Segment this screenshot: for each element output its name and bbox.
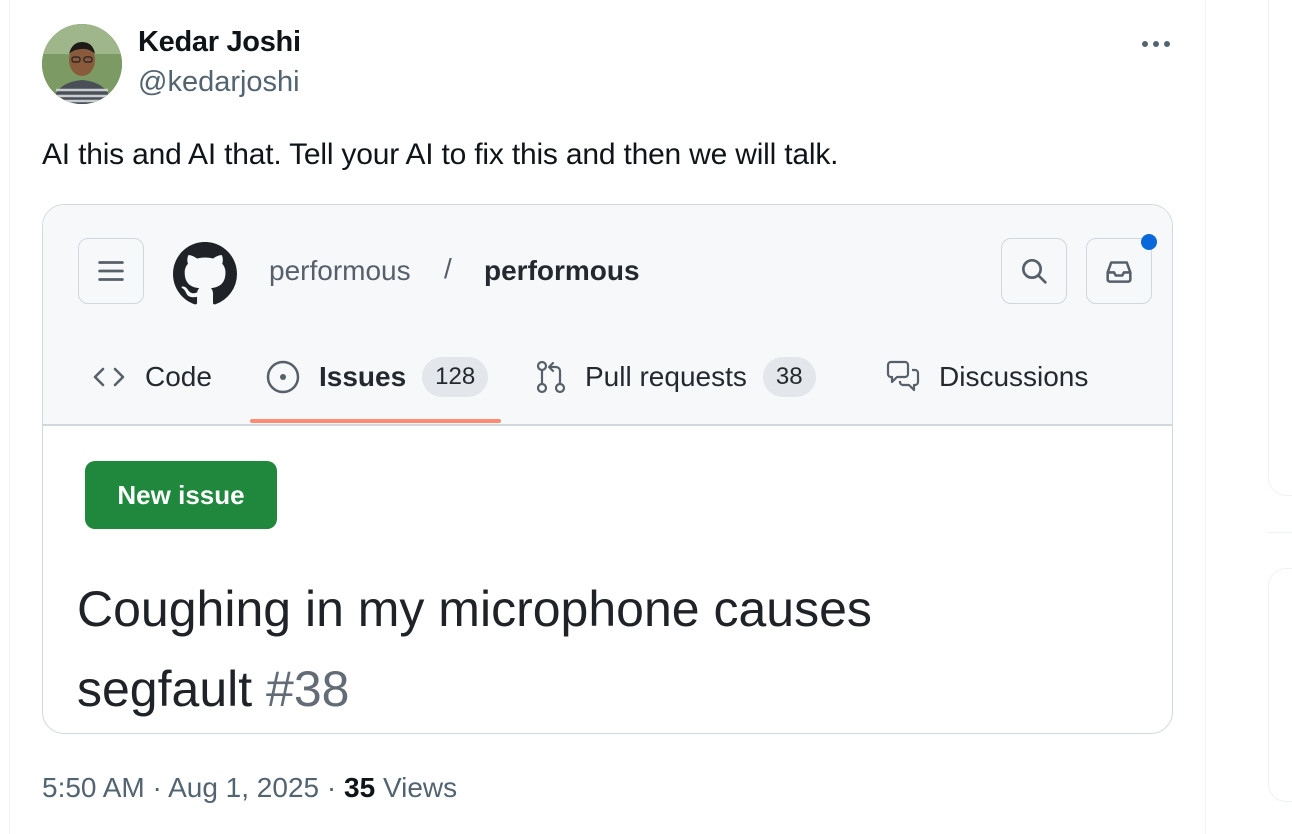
issues-count-badge: 128 bbox=[422, 357, 489, 397]
author-name[interactable]: Kedar Joshi bbox=[138, 26, 301, 59]
search-icon bbox=[1022, 259, 1047, 284]
notification-indicator bbox=[1141, 234, 1157, 250]
git-pull-request-icon bbox=[535, 359, 567, 395]
issue-number: #38 bbox=[266, 661, 350, 717]
avatar-image bbox=[42, 24, 122, 104]
sidebar-divider bbox=[1268, 532, 1292, 533]
tab-pull-requests-label: Pull requests bbox=[585, 361, 747, 392]
tab-code-label: Code bbox=[145, 361, 212, 392]
avatar[interactable] bbox=[42, 24, 122, 104]
sidebar-card bbox=[1268, 568, 1292, 802]
more-options-icon[interactable] bbox=[1138, 30, 1174, 58]
tab-issues[interactable]: Issues 128 bbox=[265, 355, 489, 399]
tweet-date[interactable]: Aug 1, 2025 bbox=[168, 772, 319, 803]
sidebar-card bbox=[1268, 0, 1292, 496]
tab-code[interactable]: Code bbox=[91, 355, 212, 399]
hamburger-icon bbox=[98, 261, 124, 281]
issue-title: Coughing in my microphone causes segfaul… bbox=[77, 569, 1077, 729]
issue-title-line-1: Coughing in my microphone causes bbox=[77, 581, 872, 637]
tweet-time[interactable]: 5:50 AM bbox=[42, 772, 145, 803]
tweet-media-image[interactable]: performous / performous Code Issues 128 bbox=[42, 204, 1173, 734]
code-icon bbox=[91, 363, 127, 391]
tweet-text: AI this and AI that. Tell your AI to fix… bbox=[42, 138, 839, 171]
pull-requests-count-badge: 38 bbox=[762, 357, 816, 397]
menu-button[interactable] bbox=[78, 238, 144, 304]
new-issue-button[interactable]: New issue bbox=[85, 461, 277, 529]
selected-tab-indicator bbox=[250, 419, 501, 423]
search-button[interactable] bbox=[1001, 238, 1067, 304]
tab-issues-label: Issues bbox=[319, 361, 407, 392]
repo-path-separator: / bbox=[444, 253, 452, 284]
tab-pull-requests[interactable]: Pull requests 38 bbox=[535, 355, 816, 399]
meta-separator: · bbox=[152, 772, 162, 803]
views-count: 35 bbox=[344, 772, 376, 803]
inbox-icon bbox=[1106, 261, 1132, 283]
comment-discussion-icon bbox=[885, 360, 921, 394]
tab-discussions[interactable]: Discussions bbox=[885, 355, 1088, 399]
views-label: Views bbox=[382, 772, 458, 803]
issue-title-line-2: segfault bbox=[77, 661, 253, 717]
notifications-button[interactable] bbox=[1086, 238, 1152, 304]
repo-owner-link[interactable]: performous bbox=[269, 255, 411, 287]
tab-discussions-label: Discussions bbox=[939, 361, 1089, 392]
issue-opened-icon bbox=[265, 359, 301, 395]
github-logo-icon[interactable] bbox=[173, 242, 237, 306]
tweet-metadata: 5:50 AM · Aug 1, 2025 · 35 Views bbox=[42, 772, 457, 804]
meta-separator: · bbox=[326, 772, 337, 803]
author-handle[interactable]: @kedarjoshi bbox=[138, 66, 300, 99]
repo-name-link[interactable]: performous bbox=[484, 255, 640, 287]
